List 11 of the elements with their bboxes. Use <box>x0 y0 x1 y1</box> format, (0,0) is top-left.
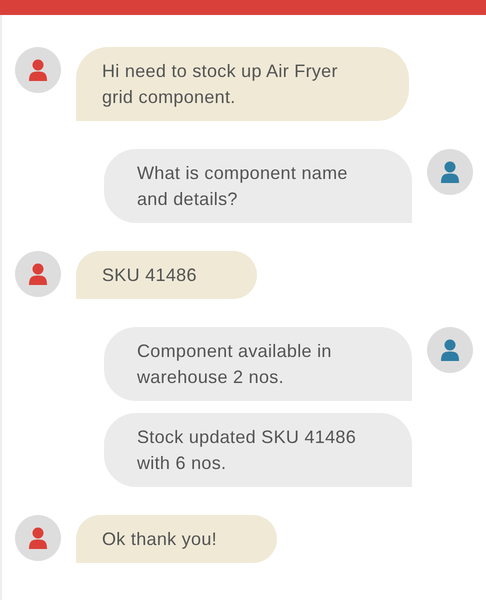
person-icon <box>440 339 460 361</box>
message-bubble: SKU 41486 <box>76 251 257 299</box>
message-bubble: Stock updated SKU 41486 with 6 nos. <box>104 413 412 487</box>
message-bubble: Component available in warehouse 2 nos. <box>104 327 412 401</box>
person-icon <box>28 527 48 549</box>
person-icon <box>28 263 48 285</box>
person-icon <box>28 59 48 81</box>
message-bubble: Hi need to stock up Air Fryer grid component. <box>76 47 409 121</box>
message-bubble: What is component name and details? <box>104 149 412 223</box>
person-icon <box>440 161 460 183</box>
message-bubble: Ok thank you! <box>76 515 277 563</box>
